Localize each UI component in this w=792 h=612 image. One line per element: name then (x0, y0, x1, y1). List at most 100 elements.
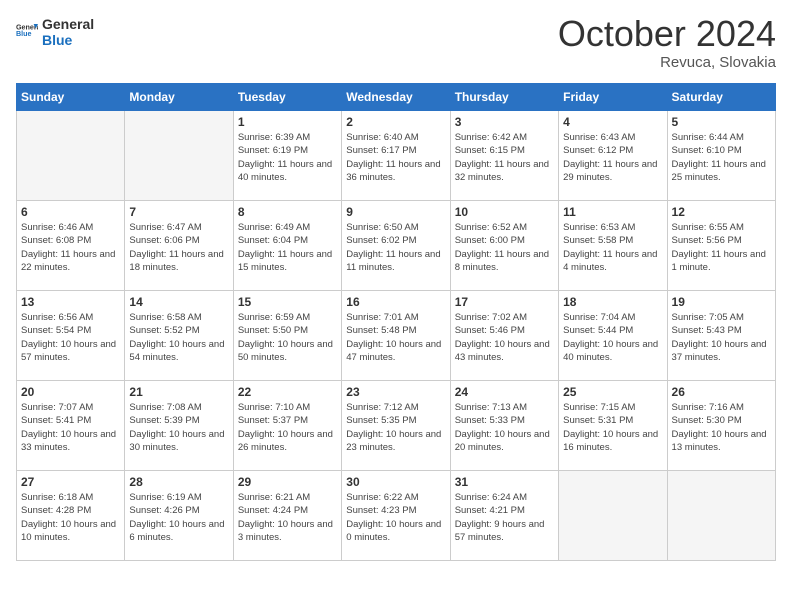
title-area: October 2024 Revuca, Slovakia (558, 16, 776, 71)
day-number: 23 (346, 385, 445, 399)
calendar-cell: 15 Sunrise: 6:59 AMSunset: 5:50 PMDayligh… (233, 291, 341, 381)
calendar-cell: 18Sunrise: 7:04 AMSunset: 5:44 PMDayligh… (559, 291, 667, 381)
day-info: Sunrise: 6:53 AMSunset: 5:58 PMDaylight:… (563, 221, 662, 274)
calendar-table: SundayMondayTuesdayWednesdayThursdayFrid… (16, 83, 776, 561)
calendar-cell (559, 471, 667, 561)
calendar-cell: 24 Sunrise: 7:13 AMSunset: 5:33 PMDayligh… (450, 381, 558, 471)
day-info: Sunrise: 6:59 AMSunset: 5:50 PMDaylight:… (238, 311, 337, 364)
calendar-cell: 25 Sunrise: 7:15 AMSunset: 5:31 PMDayligh… (559, 381, 667, 471)
week-row-4: 20Sunrise: 7:07 AMSunset: 5:41 PMDayligh… (17, 381, 776, 471)
week-row-3: 13 Sunrise: 6:56 AMSunset: 5:54 PMDayligh… (17, 291, 776, 381)
calendar-cell: 28 Sunrise: 6:19 AMSunset: 4:26 PMDayligh… (125, 471, 233, 561)
day-number: 18 (563, 295, 662, 309)
day-number: 30 (346, 475, 445, 489)
calendar-cell: 19 Sunrise: 7:05 AMSunset: 5:43 PMDayligh… (667, 291, 775, 381)
calendar-cell: 2Sunrise: 6:40 AMSunset: 6:17 PMDaylight… (342, 111, 450, 201)
day-number: 28 (129, 475, 228, 489)
calendar-cell: 4 Sunrise: 6:43 AMSunset: 6:12 PMDaylight… (559, 111, 667, 201)
day-number: 3 (455, 115, 554, 129)
day-info: Sunrise: 7:08 AMSunset: 5:39 PMDaylight:… (129, 401, 228, 454)
day-info: Sunrise: 6:55 AMSunset: 5:56 PMDaylight:… (672, 221, 771, 274)
weekday-header-tuesday: Tuesday (233, 84, 341, 111)
calendar-cell (125, 111, 233, 201)
day-info: Sunrise: 7:10 AMSunset: 5:37 PMDaylight:… (238, 401, 337, 454)
day-info: Sunrise: 6:56 AMSunset: 5:54 PMDaylight:… (21, 311, 120, 364)
calendar-cell: 29 Sunrise: 6:21 AMSunset: 4:24 PMDayligh… (233, 471, 341, 561)
calendar-cell: 31 Sunrise: 6:24 AMSunset: 4:21 PMDayligh… (450, 471, 558, 561)
calendar-cell: 17Sunrise: 7:02 AMSunset: 5:46 PMDayligh… (450, 291, 558, 381)
day-info: Sunrise: 6:49 AMSunset: 6:04 PMDaylight:… (238, 221, 337, 274)
weekday-header-row: SundayMondayTuesdayWednesdayThursdayFrid… (17, 84, 776, 111)
logo-general-text: General (42, 16, 94, 32)
week-row-1: 1Sunrise: 6:39 AMSunset: 6:19 PMDaylight… (17, 111, 776, 201)
calendar-cell (17, 111, 125, 201)
day-info: Sunrise: 6:43 AMSunset: 6:12 PMDaylight:… (563, 131, 662, 184)
logo-blue-text: Blue (42, 32, 94, 48)
calendar-cell: 5 Sunrise: 6:44 AMSunset: 6:10 PMDaylight… (667, 111, 775, 201)
day-info: Sunrise: 6:22 AMSunset: 4:23 PMDaylight:… (346, 491, 445, 544)
day-number: 27 (21, 475, 120, 489)
weekday-header-wednesday: Wednesday (342, 84, 450, 111)
svg-text:Blue: Blue (16, 30, 32, 38)
weekday-header-monday: Monday (125, 84, 233, 111)
day-info: Sunrise: 6:47 AMSunset: 6:06 PMDaylight:… (129, 221, 228, 274)
day-number: 4 (563, 115, 662, 129)
calendar-cell (667, 471, 775, 561)
day-number: 6 (21, 205, 120, 219)
weekday-header-saturday: Saturday (667, 84, 775, 111)
day-info: Sunrise: 6:24 AMSunset: 4:21 PMDaylight:… (455, 491, 554, 544)
day-number: 19 (672, 295, 771, 309)
day-info: Sunrise: 6:50 AMSunset: 6:02 PMDaylight:… (346, 221, 445, 274)
day-number: 12 (672, 205, 771, 219)
day-number: 25 (563, 385, 662, 399)
week-row-5: 27 Sunrise: 6:18 AMSunset: 4:28 PMDayligh… (17, 471, 776, 561)
calendar-cell: 20Sunrise: 7:07 AMSunset: 5:41 PMDayligh… (17, 381, 125, 471)
calendar-cell: 12 Sunrise: 6:55 AMSunset: 5:56 PMDayligh… (667, 201, 775, 291)
calendar-cell: 10Sunrise: 6:52 AMSunset: 6:00 PMDayligh… (450, 201, 558, 291)
weekday-header-thursday: Thursday (450, 84, 558, 111)
day-info: Sunrise: 6:46 AMSunset: 6:08 PMDaylight:… (21, 221, 120, 274)
header: General Blue General Blue October 2024 R… (16, 16, 776, 71)
day-number: 2 (346, 115, 445, 129)
calendar-cell: 16 Sunrise: 7:01 AMSunset: 5:48 PMDayligh… (342, 291, 450, 381)
day-info: Sunrise: 6:44 AMSunset: 6:10 PMDaylight:… (672, 131, 771, 184)
logo-icon: General Blue (16, 19, 38, 41)
calendar-cell: 8Sunrise: 6:49 AMSunset: 6:04 PMDaylight… (233, 201, 341, 291)
calendar-cell: 9 Sunrise: 6:50 AMSunset: 6:02 PMDaylight… (342, 201, 450, 291)
day-info: Sunrise: 7:05 AMSunset: 5:43 PMDaylight:… (672, 311, 771, 364)
day-number: 5 (672, 115, 771, 129)
day-number: 15 (238, 295, 337, 309)
day-info: Sunrise: 7:01 AMSunset: 5:48 PMDaylight:… (346, 311, 445, 364)
calendar-cell: 14Sunrise: 6:58 AMSunset: 5:52 PMDayligh… (125, 291, 233, 381)
day-info: Sunrise: 6:39 AMSunset: 6:19 PMDaylight:… (238, 131, 337, 184)
day-number: 26 (672, 385, 771, 399)
weekday-header-friday: Friday (559, 84, 667, 111)
calendar-cell: 3 Sunrise: 6:42 AMSunset: 6:15 PMDaylight… (450, 111, 558, 201)
location-subtitle: Revuca, Slovakia (558, 54, 776, 71)
calendar-cell: 23 Sunrise: 7:12 AMSunset: 5:35 PMDayligh… (342, 381, 450, 471)
day-number: 16 (346, 295, 445, 309)
day-number: 24 (455, 385, 554, 399)
calendar-cell: 6 Sunrise: 6:46 AMSunset: 6:08 PMDaylight… (17, 201, 125, 291)
calendar-cell: 13 Sunrise: 6:56 AMSunset: 5:54 PMDayligh… (17, 291, 125, 381)
day-info: Sunrise: 7:12 AMSunset: 5:35 PMDaylight:… (346, 401, 445, 454)
weekday-header-sunday: Sunday (17, 84, 125, 111)
day-number: 13 (21, 295, 120, 309)
day-info: Sunrise: 6:21 AMSunset: 4:24 PMDaylight:… (238, 491, 337, 544)
day-info: Sunrise: 7:16 AMSunset: 5:30 PMDaylight:… (672, 401, 771, 454)
week-row-2: 6 Sunrise: 6:46 AMSunset: 6:08 PMDaylight… (17, 201, 776, 291)
day-number: 29 (238, 475, 337, 489)
day-number: 21 (129, 385, 228, 399)
day-info: Sunrise: 7:13 AMSunset: 5:33 PMDaylight:… (455, 401, 554, 454)
day-number: 9 (346, 205, 445, 219)
day-info: Sunrise: 6:52 AMSunset: 6:00 PMDaylight:… (455, 221, 554, 274)
calendar-cell: 26 Sunrise: 7:16 AMSunset: 5:30 PMDayligh… (667, 381, 775, 471)
day-number: 31 (455, 475, 554, 489)
day-number: 22 (238, 385, 337, 399)
day-info: Sunrise: 6:19 AMSunset: 4:26 PMDaylight:… (129, 491, 228, 544)
day-info: Sunrise: 6:42 AMSunset: 6:15 PMDaylight:… (455, 131, 554, 184)
day-info: Sunrise: 7:15 AMSunset: 5:31 PMDaylight:… (563, 401, 662, 454)
calendar-cell: 1Sunrise: 6:39 AMSunset: 6:19 PMDaylight… (233, 111, 341, 201)
day-info: Sunrise: 6:18 AMSunset: 4:28 PMDaylight:… (21, 491, 120, 544)
calendar-cell: 7Sunrise: 6:47 AMSunset: 6:06 PMDaylight… (125, 201, 233, 291)
